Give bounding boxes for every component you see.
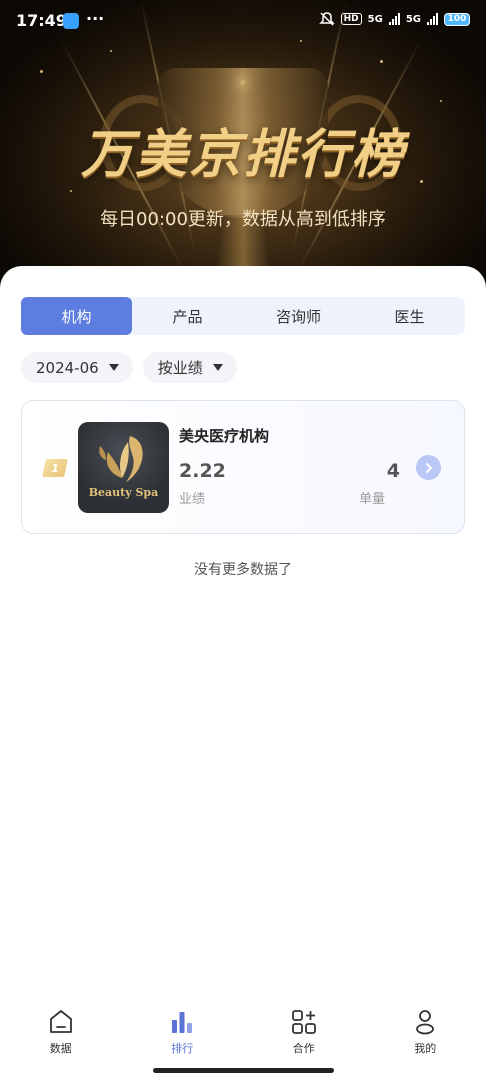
rank-badge: 1 bbox=[42, 459, 68, 477]
network-type-2: 5G bbox=[405, 13, 421, 25]
chevron-right-icon bbox=[425, 462, 432, 473]
sparkle bbox=[440, 100, 442, 102]
nav-data-label: 数据 bbox=[49, 1042, 72, 1055]
signal-icon bbox=[388, 13, 400, 25]
nav-data[interactable]: 数据 bbox=[0, 1002, 122, 1062]
performance-label: 业绩 bbox=[179, 492, 206, 507]
sparkle bbox=[110, 50, 112, 52]
ranking-card[interactable]: 1 Beauty Spa 美央医疗机构 2.22 业绩 4 单量 bbox=[21, 400, 465, 534]
status-bar: 17:49 ··· HD 5G 5G 100 bbox=[0, 0, 486, 40]
month-select[interactable]: 2024-06 bbox=[21, 352, 133, 383]
month-select-value: 2024-06 bbox=[36, 358, 99, 377]
grid-plus-icon bbox=[291, 1010, 316, 1034]
nav-cooperation[interactable]: 合作 bbox=[243, 1002, 365, 1062]
app-notification-icon bbox=[63, 13, 79, 29]
sparkle bbox=[300, 40, 302, 42]
caret-down-icon bbox=[212, 364, 223, 371]
filter-bar: 2024-06 按业绩 bbox=[21, 352, 237, 383]
nav-cooperation-label: 合作 bbox=[292, 1042, 315, 1055]
home-indicator[interactable] bbox=[153, 1068, 334, 1073]
ranking-banner: 万美京排行榜 每日00:00更新，数据从高到低排序 bbox=[0, 0, 486, 300]
bottom-nav: 数据 排行 合作 我的 bbox=[0, 1002, 486, 1062]
tab-institution[interactable]: 机构 bbox=[21, 297, 132, 335]
user-icon bbox=[416, 1010, 435, 1035]
nav-mine-label: 我的 bbox=[414, 1042, 437, 1055]
home-icon bbox=[49, 1010, 72, 1033]
hd-voice-icon: HD bbox=[340, 13, 362, 25]
nav-ranking[interactable]: 排行 bbox=[122, 1002, 244, 1062]
institution-name: 美央医疗机构 bbox=[179, 427, 270, 445]
sparkle bbox=[40, 70, 43, 73]
caret-down-icon bbox=[108, 364, 119, 371]
performance-value: 2.22 bbox=[179, 460, 226, 482]
tab-product[interactable]: 产品 bbox=[132, 297, 243, 335]
no-more-data-text: 没有更多数据了 bbox=[194, 562, 292, 578]
banner-subtitle: 每日00:00更新，数据从高到低排序 bbox=[100, 209, 386, 230]
status-time: 17:49 bbox=[16, 11, 67, 30]
status-indicators: HD 5G 5G 100 bbox=[318, 12, 470, 26]
sort-select[interactable]: 按业绩 bbox=[142, 352, 237, 383]
sort-select-value: 按业绩 bbox=[157, 359, 203, 377]
nav-ranking-label: 排行 bbox=[171, 1042, 194, 1055]
nav-mine[interactable]: 我的 bbox=[365, 1002, 486, 1062]
orders-value: 4 bbox=[386, 460, 400, 482]
institution-logo: Beauty Spa bbox=[78, 422, 169, 513]
battery-icon: 100 bbox=[444, 12, 470, 26]
logo-text: Beauty Spa bbox=[88, 486, 159, 499]
mute-icon bbox=[318, 12, 335, 26]
tab-doctor[interactable]: 医生 bbox=[354, 297, 465, 335]
banner-title: 万美京排行榜 bbox=[80, 125, 405, 185]
tab-consultant[interactable]: 咨询师 bbox=[243, 297, 354, 335]
bar-chart-icon bbox=[172, 1012, 193, 1033]
signal-icon-2 bbox=[427, 13, 438, 25]
sparkle bbox=[380, 60, 383, 63]
orders-label: 单量 bbox=[359, 492, 386, 507]
detail-button[interactable] bbox=[416, 455, 441, 480]
beauty-face-leaf-icon bbox=[99, 436, 143, 482]
more-notifications-icon: ··· bbox=[86, 9, 105, 28]
content-panel: 机构 产品 咨询师 医生 2024-06 按业绩 1 Beauty Spa 美央… bbox=[0, 266, 486, 1080]
sparkle bbox=[70, 190, 72, 192]
category-tabs: 机构 产品 咨询师 医生 bbox=[21, 297, 465, 335]
network-type: 5G bbox=[367, 13, 383, 25]
